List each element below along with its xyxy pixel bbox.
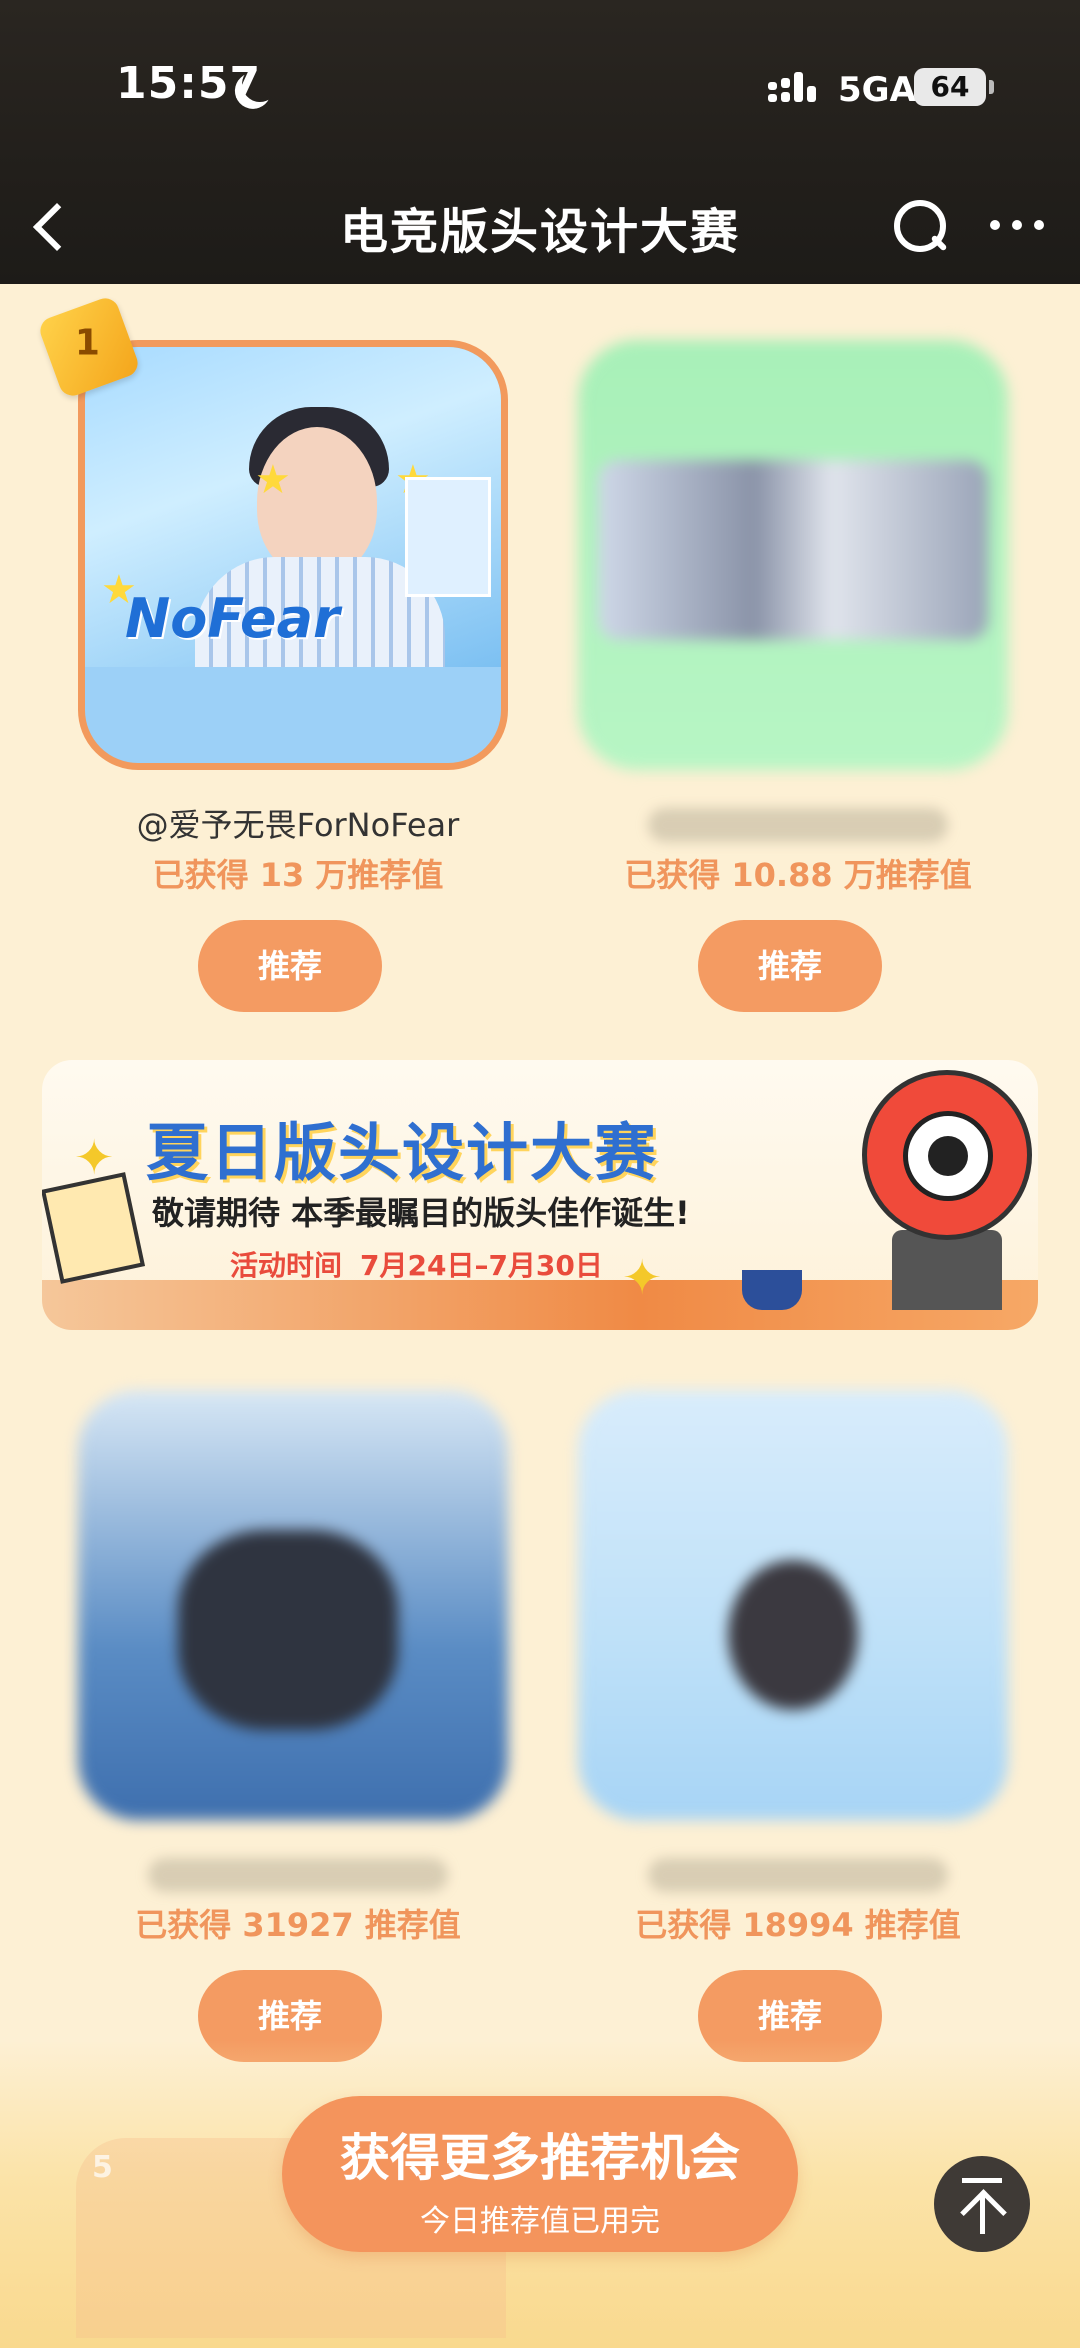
network-label: 5GA bbox=[838, 70, 916, 110]
artwork-blurred bbox=[178, 1530, 398, 1730]
banner-title: 夏日版头设计大赛 bbox=[146, 1116, 659, 1189]
entry-score: 已获得 31927 推荐值 bbox=[135, 1906, 461, 1944]
arrow-up-icon[interactable] bbox=[934, 2156, 1030, 2252]
mascot-body bbox=[892, 1230, 1002, 1310]
artwork-blurred bbox=[598, 460, 988, 640]
banner-subtitle: 敬请期待 本季最瞩目的版头佳作诞生! bbox=[152, 1194, 690, 1232]
status-time: 15:57 bbox=[116, 58, 262, 109]
entry-author-blurred bbox=[148, 1858, 448, 1892]
banner-date-value: 7月24日–7月30日 bbox=[360, 1249, 603, 1282]
entry-author[interactable]: @爱予无畏ForNoFear bbox=[78, 800, 518, 846]
banner-date-label: 活动时间 bbox=[230, 1249, 343, 1282]
entry-author-blurred bbox=[648, 1858, 948, 1892]
entry-author-blurred bbox=[648, 808, 948, 842]
entry-score: 已获得 18994 推荐值 bbox=[635, 1906, 961, 1944]
entry-artwork[interactable]: ★ ★ ★ NoFear bbox=[78, 340, 508, 770]
artwork-blurred bbox=[728, 1560, 858, 1710]
mascot-icon bbox=[862, 1070, 1032, 1240]
entry-artwork[interactable] bbox=[578, 340, 1008, 770]
top-bar: 15:57 5GA 64 电竞版头设计大赛 bbox=[0, 0, 1080, 284]
rank-number: 5 bbox=[92, 2150, 113, 2185]
get-more-chances-button[interactable]: 获得更多推荐机会 今日推荐值已用完 bbox=[282, 2096, 798, 2252]
entry-card-1[interactable]: ★ ★ ★ NoFear 1 @爱予无畏ForNoFear 已获得 13 万推荐… bbox=[36, 294, 518, 1080]
photo-card-icon bbox=[42, 1172, 146, 1284]
entry-score: 已获得 10.88 万推荐值 bbox=[624, 856, 972, 894]
artwork-logo-text: NoFear bbox=[125, 587, 340, 650]
entry-card-4[interactable]: 已获得 18994 推荐值 推荐 bbox=[578, 1390, 1018, 2130]
entry-artwork[interactable] bbox=[78, 1390, 508, 1820]
event-banner[interactable]: ✦ ✦ 夏日版头设计大赛 敬请期待 本季最瞩目的版头佳作诞生! 活动时间 7月2… bbox=[42, 1060, 1038, 1330]
star-icon: ★ bbox=[255, 457, 291, 503]
sparkle-icon: ✦ bbox=[622, 1250, 663, 1306]
entry-artwork[interactable] bbox=[578, 1390, 1008, 1820]
entry-card-2[interactable]: 已获得 10.88 万推荐值 推荐 bbox=[578, 340, 1018, 1080]
more-dots-icon[interactable] bbox=[990, 220, 1046, 232]
more-chances-sublabel: 今日推荐值已用完 bbox=[420, 2204, 660, 2239]
signal-icon bbox=[768, 72, 824, 108]
recommend-button[interactable]: 推荐 bbox=[198, 920, 382, 1012]
arrow-stem bbox=[980, 2196, 985, 2234]
cup-icon bbox=[742, 1270, 802, 1310]
battery-indicator: 64 bbox=[914, 68, 994, 106]
recommend-button[interactable]: 推荐 bbox=[698, 920, 882, 1012]
search-icon[interactable] bbox=[890, 196, 950, 256]
banner-ground bbox=[42, 1280, 1038, 1330]
entry-card-3[interactable]: 已获得 31927 推荐值 推荐 bbox=[78, 1390, 518, 2130]
more-chances-label: 获得更多推荐机会 bbox=[340, 2129, 740, 2187]
entry-score: 已获得 13 万推荐值 bbox=[152, 856, 444, 894]
rank-number: 1 bbox=[74, 322, 100, 364]
artwork-inset bbox=[405, 477, 491, 597]
